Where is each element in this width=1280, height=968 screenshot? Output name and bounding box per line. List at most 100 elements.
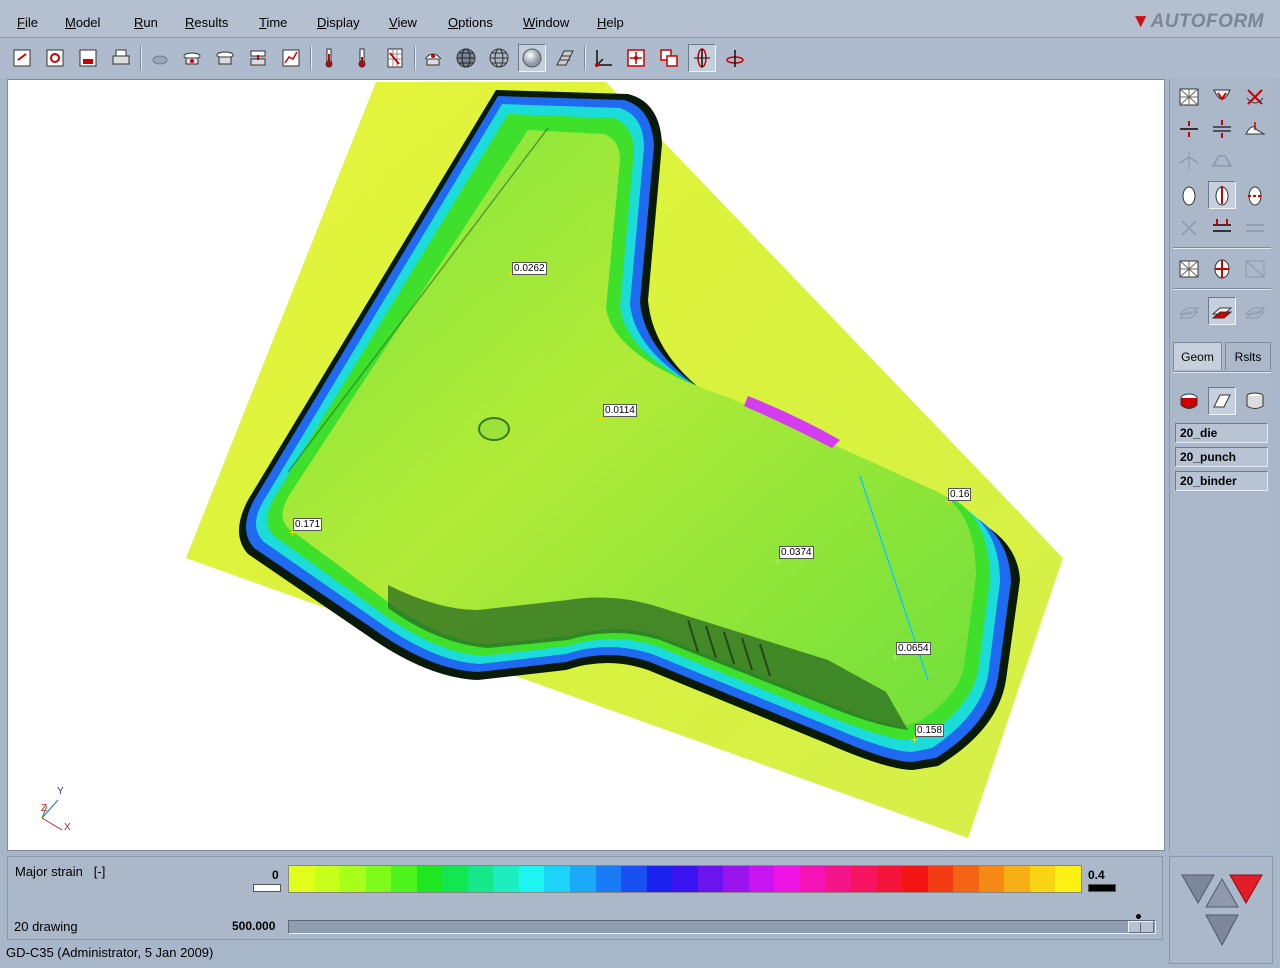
color-scale-swatch — [544, 866, 571, 892]
drawbead-icon[interactable] — [1208, 214, 1236, 242]
menu-window[interactable]: Window — [523, 15, 569, 30]
tool-setup-icon[interactable] — [178, 44, 206, 72]
single-blank-icon[interactable] — [1175, 181, 1203, 209]
probe-label[interactable]: 0.158 — [915, 724, 945, 737]
time-slider[interactable] — [288, 920, 1156, 934]
menu-results[interactable]: Results — [185, 15, 228, 30]
fit-view-icon[interactable] — [622, 44, 650, 72]
section-cut-icon[interactable] — [551, 44, 579, 72]
trim-icon[interactable] — [244, 44, 272, 72]
graphics-viewport[interactable]: 0.0262 0.0114 0.16 0.171 0.0374 0.0654 0… — [7, 79, 1165, 851]
probe-label[interactable]: 0.0262 — [512, 262, 547, 275]
line-disabled-icon — [1241, 214, 1269, 242]
menu-run[interactable]: Run — [134, 15, 158, 30]
shaded-sphere-icon[interactable] — [518, 44, 546, 72]
legend-max-value: 0.4 — [1088, 868, 1105, 882]
legend-max-swatch — [1088, 884, 1116, 892]
color-scale-swatch — [1055, 866, 1081, 892]
rotate-view-icon[interactable] — [688, 44, 716, 72]
toolbar-separator — [140, 46, 142, 70]
punch-display-icon[interactable] — [1208, 83, 1236, 111]
axes-icon[interactable] — [589, 44, 617, 72]
blank-icon[interactable] — [146, 44, 174, 72]
color-scale-swatch — [365, 866, 392, 892]
section-vertical-icon[interactable] — [1175, 115, 1203, 143]
color-scale-swatch — [723, 866, 749, 892]
color-scale-swatch — [442, 866, 468, 892]
color-scale-swatch — [570, 866, 596, 892]
binder-disabled-icon — [1208, 147, 1236, 175]
process-step-label: 20 drawing — [14, 919, 78, 934]
blank-strain-icon[interactable] — [1208, 181, 1236, 209]
color-scale-swatch — [289, 866, 315, 892]
up-step-icon[interactable] — [1205, 877, 1239, 908]
tab-geometry[interactable]: Geom — [1173, 342, 1222, 370]
cylinder-tool-icon[interactable] — [1241, 387, 1269, 415]
tilt-view-icon[interactable] — [721, 44, 749, 72]
menu-display[interactable]: Display — [317, 15, 360, 30]
probe-label[interactable]: 0.171 — [293, 518, 323, 531]
save-file-icon[interactable] — [74, 44, 102, 72]
sheet-tool-icon[interactable] — [1208, 387, 1236, 415]
tool-list-item-punch[interactable]: 20_punch — [1175, 447, 1268, 467]
blank-results-icon[interactable] — [1208, 255, 1236, 283]
stage-curve-icon[interactable] — [277, 44, 305, 72]
next-step-icon[interactable] — [1229, 874, 1263, 905]
blank-thinning-icon[interactable] — [1241, 181, 1269, 209]
menu-help[interactable]: Help — [597, 15, 624, 30]
color-scale-swatch — [902, 866, 928, 892]
die-tool-icon[interactable] — [1175, 387, 1203, 415]
profile-icon[interactable] — [1241, 115, 1269, 143]
color-scale-swatch — [518, 866, 545, 892]
tab-results[interactable]: Rslts — [1225, 342, 1271, 370]
color-scale-swatch — [340, 866, 366, 892]
grid-chart-icon[interactable] — [381, 44, 409, 72]
step-navigation-panel — [1169, 856, 1273, 964]
time-slider-thumb[interactable] — [1128, 921, 1154, 933]
slider-marker — [1136, 914, 1141, 919]
tool-list-item-binder[interactable]: 20_binder — [1175, 471, 1268, 491]
menu-time[interactable]: Time — [259, 15, 287, 30]
toolbar-separator — [310, 46, 312, 70]
color-scale-swatch — [391, 866, 417, 892]
mesh-results-icon[interactable] — [1175, 255, 1203, 283]
color-scale-swatch — [876, 866, 903, 892]
result-name: Major strain — [15, 864, 83, 879]
blankholder-icon[interactable] — [211, 44, 239, 72]
probe-label[interactable]: 0.16 — [948, 488, 972, 501]
thermometer-alt-icon[interactable] — [348, 44, 376, 72]
probe-label[interactable]: 0.0114 — [603, 404, 637, 417]
result-unit: [-] — [93, 864, 106, 879]
menu-options[interactable]: Options — [448, 15, 493, 30]
previous-step-icon[interactable] — [1181, 874, 1215, 905]
reload-file-icon[interactable] — [41, 44, 69, 72]
die-display-icon[interactable] — [1241, 83, 1269, 111]
eye-view-icon[interactable] — [419, 44, 447, 72]
down-step-icon[interactable] — [1205, 914, 1239, 947]
menu-file[interactable]: File — [17, 15, 38, 30]
probe-label[interactable]: 0.0654 — [896, 642, 931, 655]
layers-results-icon[interactable] — [1208, 297, 1236, 325]
thermometer-icon[interactable] — [315, 44, 343, 72]
panel-separator — [1173, 288, 1271, 290]
probe-marker — [774, 558, 781, 565]
open-file-icon[interactable] — [8, 44, 36, 72]
tool-list-item-die[interactable]: 20_die — [1175, 423, 1268, 443]
menu-model[interactable]: Model — [65, 15, 100, 30]
brand-logo: ▼AUTOFORM — [1131, 11, 1264, 32]
mesh-sphere-icon[interactable] — [485, 44, 513, 72]
section-horizontal-icon[interactable] — [1208, 115, 1236, 143]
copy-view-icon[interactable] — [655, 44, 683, 72]
panel-separator — [1173, 247, 1271, 249]
mesh-display-icon[interactable] — [1175, 83, 1203, 111]
print-icon[interactable] — [107, 44, 135, 72]
probe-label[interactable]: 0.0374 — [779, 546, 814, 559]
menu-view[interactable]: View — [389, 15, 417, 30]
color-scale-bar[interactable] — [288, 865, 1082, 893]
color-scale-swatch — [851, 866, 877, 892]
color-scale-swatch — [595, 866, 622, 892]
color-scale-swatch — [1029, 866, 1056, 892]
wire-sphere-icon[interactable] — [452, 44, 480, 72]
result-legend-panel: Major strain [-] 0 0.4 20 drawing 500.00… — [7, 856, 1163, 940]
right-tool-panel: Geom Rslts 20_die 20_punch 20_binder — [1169, 79, 1273, 851]
